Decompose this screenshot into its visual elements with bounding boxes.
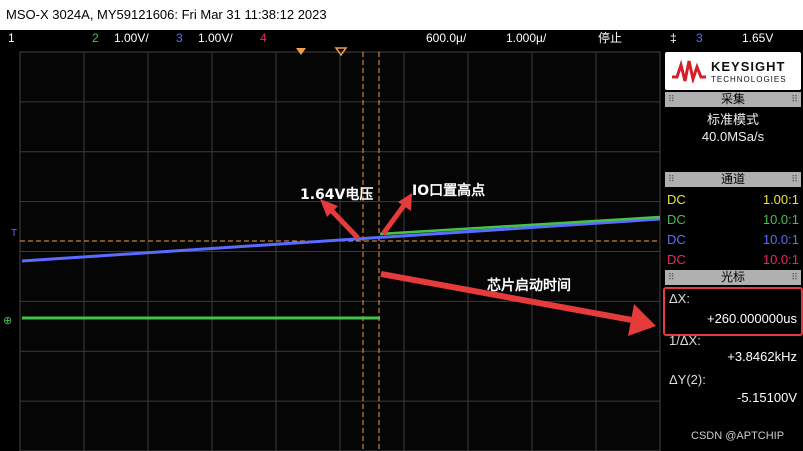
ch2-ground-marker: ⊕ xyxy=(3,315,12,327)
trigger-channel: 3 xyxy=(696,31,703,45)
waveform-display[interactable]: T ⊕ xyxy=(0,46,663,451)
ch2-indicator[interactable]: 2 xyxy=(92,30,99,46)
trigger-edge-icon: ‡ xyxy=(670,31,677,45)
window-title-bar: MSO-X 3024A, MY59121606: Fri Mar 31 11:3… xyxy=(0,0,803,30)
channel-3-ratio: 10.0:1 xyxy=(762,232,799,247)
annotation-io-high: IO口置高点 xyxy=(412,183,486,199)
channel-row-1[interactable]: DC 1.00:1 xyxy=(667,190,799,210)
acquisition-header-label: 采集 xyxy=(720,92,745,106)
channel-row-2[interactable]: DC 10.0:1 xyxy=(667,210,799,230)
channels-header[interactable]: ⠿ 通道 ⠿ xyxy=(665,172,801,187)
ch3-scale: 1.00V/ xyxy=(198,31,233,45)
brand-name: KEYSIGHT xyxy=(711,59,786,74)
channel-4-ratio: 10.0:1 xyxy=(762,252,799,267)
cursors-header-label: 光标 xyxy=(720,270,745,284)
cursors-header[interactable]: ⠿ 光标 ⠿ xyxy=(665,270,801,285)
channel-1-ratio: 1.00:1 xyxy=(762,192,799,207)
scope-status-bar: 1 2 1.00V/ 3 1.00V/ 4 600.0µ/ 1.000µ/ 停止… xyxy=(0,30,803,46)
side-panel: KEYSIGHT TECHNOLOGIES ⠿ 采集 ⠿ 标准模式 40.0MS… xyxy=(663,46,803,451)
run-state[interactable]: 停止 xyxy=(598,30,622,46)
channel-3-coupling: DC xyxy=(667,232,686,247)
window-title: MSO-X 3024A, MY59121606: Fri Mar 31 11:3… xyxy=(6,7,327,22)
ch1-indicator[interactable]: 1 xyxy=(8,30,15,46)
annotation-startup-time: 芯片启动时间 xyxy=(487,278,571,294)
inv-delta-x-value: +3.8462kHz xyxy=(727,349,797,364)
keysight-wave-icon xyxy=(672,59,706,83)
ch2-scale: 1.00V/ xyxy=(114,31,149,45)
time-scale: 600.0µ/ xyxy=(426,31,467,45)
acquisition-header[interactable]: ⠿ 采集 ⠿ xyxy=(665,92,801,107)
delta-y-value: -5.15100V xyxy=(737,390,797,405)
acquisition-rate: 40.0MSa/s xyxy=(701,129,765,144)
channel-row-4[interactable]: DC 10.0:1 xyxy=(667,250,799,270)
channel-2-coupling: DC xyxy=(667,212,686,227)
watermark: CSDN @APTCHIP xyxy=(691,430,785,442)
trigger-level: 1.65V xyxy=(742,31,774,45)
channel-4-coupling: DC xyxy=(667,252,686,267)
ch3-indicator[interactable]: 3 xyxy=(176,30,183,46)
channel-2-ratio: 10.0:1 xyxy=(762,212,799,227)
keysight-logo: KEYSIGHT TECHNOLOGIES xyxy=(665,52,801,90)
trigger-level-marker: T xyxy=(11,228,17,239)
delta-x-label: ΔX: xyxy=(669,291,690,306)
time-offset: 1.000µ/ xyxy=(506,31,547,45)
inv-delta-x-label: 1/ΔX: xyxy=(669,333,701,348)
brand-sub: TECHNOLOGIES xyxy=(711,75,787,84)
delta-x-value: +260.000000us xyxy=(706,311,797,326)
ch4-indicator[interactable]: 4 xyxy=(260,30,267,46)
delta-y-label: ΔY(2): xyxy=(669,372,706,387)
acquisition-mode: 标准模式 xyxy=(706,112,759,127)
channel-row-3[interactable]: DC 10.0:1 xyxy=(667,230,799,250)
channel-1-coupling: DC xyxy=(667,192,686,207)
channels-header-label: 通道 xyxy=(720,172,745,186)
annotation-voltage: 1.64V电压 xyxy=(300,187,374,203)
